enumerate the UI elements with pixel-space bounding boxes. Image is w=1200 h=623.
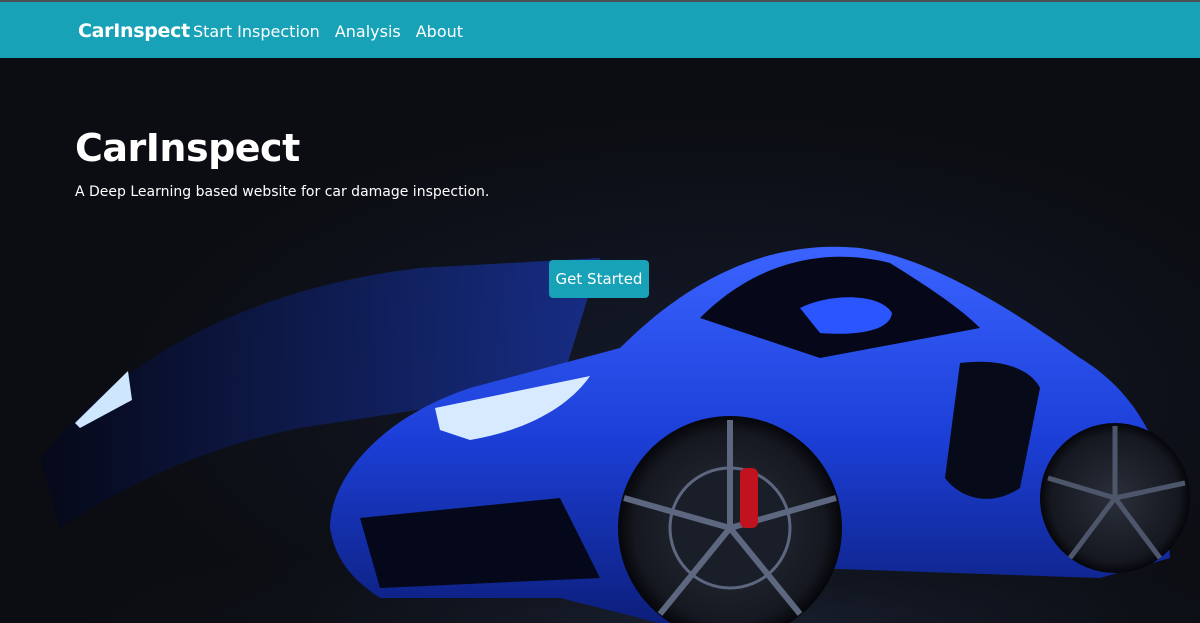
brand-logo-link[interactable]: CarInspect [78, 20, 190, 42]
nav-link-about[interactable]: About [416, 22, 463, 41]
nav-link-start-inspection[interactable]: Start Inspection [193, 22, 320, 41]
get-started-button[interactable]: Get Started [549, 260, 649, 298]
nav-links: Start Inspection Analysis About [193, 22, 463, 41]
hero-title: CarInspect [75, 126, 300, 170]
hero-section: CarInspect A Deep Learning based website… [0, 58, 1200, 623]
hero-subtitle: A Deep Learning based website for car da… [75, 184, 490, 200]
nav-link-analysis[interactable]: Analysis [335, 22, 401, 41]
navbar: CarInspect Start Inspection Analysis Abo… [0, 0, 1200, 58]
